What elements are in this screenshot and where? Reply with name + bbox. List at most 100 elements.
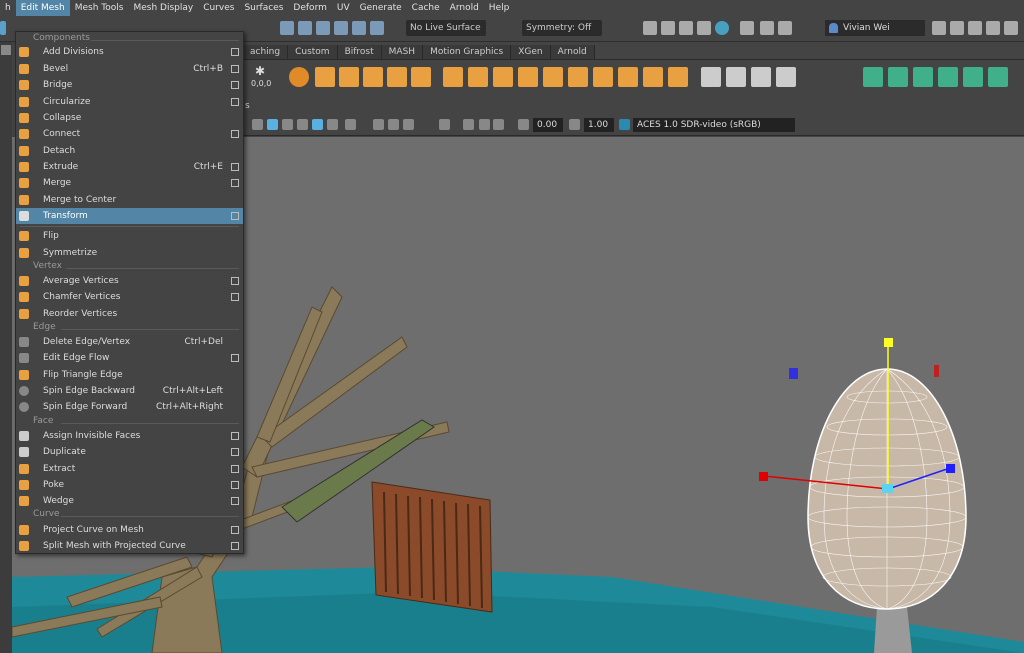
menu-item-wedge[interactable]: Wedge	[16, 493, 243, 509]
poke-icon[interactable]	[668, 67, 688, 87]
wireframe-icon[interactable]	[252, 119, 263, 130]
menu-item-poke[interactable]: Poke	[16, 477, 243, 493]
menu-item-flip[interactable]: Flip	[16, 228, 243, 244]
lights-icon[interactable]	[345, 119, 356, 130]
uv-spherical-icon[interactable]	[913, 67, 933, 87]
tab-caching[interactable]: aching	[243, 45, 289, 59]
gate-mask-icon[interactable]	[493, 119, 504, 130]
snap-grid-icon[interactable]	[280, 21, 294, 35]
uv-checker-icon[interactable]	[988, 67, 1008, 87]
mirror-icon[interactable]	[411, 67, 431, 87]
layer-editor-icon[interactable]	[1004, 21, 1018, 35]
hypershade-icon[interactable]	[697, 21, 711, 35]
option-box[interactable]	[231, 432, 239, 440]
option-box[interactable]	[231, 179, 239, 187]
bevel-icon[interactable]	[493, 67, 513, 87]
gamma-field[interactable]: 1.00	[584, 118, 614, 132]
panel-menu-fragment[interactable]: s	[245, 101, 250, 111]
tool-settings-icon[interactable]	[968, 21, 982, 35]
snap-vertex-icon[interactable]	[370, 21, 384, 35]
snap-curve-icon[interactable]	[298, 21, 312, 35]
mode-icon[interactable]	[0, 21, 6, 35]
add-divisions-icon[interactable]	[643, 67, 663, 87]
tab-arnold[interactable]: Arnold	[550, 45, 595, 59]
smooth-icon[interactable]	[363, 67, 383, 87]
menu-cache[interactable]: Cache	[407, 0, 445, 16]
option-box[interactable]	[231, 81, 239, 89]
menu-item-spin-edge-forward[interactable]: Spin Edge Forward Ctrl+Alt+Right	[16, 399, 243, 415]
menu-item-assign-invisible-faces[interactable]: Assign Invisible Faces	[16, 428, 243, 444]
menu-generate[interactable]: Generate	[355, 0, 407, 16]
collapse-icon[interactable]	[618, 67, 638, 87]
snowflake-icon[interactable]: ✱	[255, 64, 265, 78]
fill-hole-icon[interactable]	[443, 67, 463, 87]
menu-item-reorder-vertices[interactable]: Reorder Vertices	[16, 306, 243, 322]
separate-icon[interactable]	[315, 67, 335, 87]
menu-deform[interactable]: Deform	[288, 0, 331, 16]
gamma-icon[interactable]	[569, 119, 580, 130]
menu-item-chamfer-vertices[interactable]: Chamfer Vertices	[16, 289, 243, 305]
menu-surfaces[interactable]: Surfaces	[239, 0, 288, 16]
snap-surface-icon[interactable]	[352, 21, 366, 35]
color-management-icon[interactable]	[619, 119, 630, 130]
option-box[interactable]	[231, 65, 239, 73]
menu-item-project-curve-on-mesh[interactable]: Project Curve on Mesh	[16, 522, 243, 538]
multi-cut-icon[interactable]	[543, 67, 563, 87]
menu-help[interactable]: Help	[484, 0, 515, 16]
shadows-icon[interactable]	[373, 119, 384, 130]
menu-item-collapse[interactable]: Collapse	[16, 110, 243, 126]
menu-item-add-divisions[interactable]: Add Divisions	[16, 44, 243, 60]
user-account[interactable]: Vivian Wei	[825, 20, 925, 36]
extrude-icon[interactable]	[518, 67, 538, 87]
menu-item-bevel[interactable]: Bevel Ctrl+B	[16, 61, 243, 77]
render-view-icon[interactable]	[715, 21, 729, 35]
option-box[interactable]	[231, 448, 239, 456]
wireframe-on-shaded-icon[interactable]	[312, 119, 323, 130]
target-weld-icon[interactable]	[568, 67, 588, 87]
menu-edit-mesh[interactable]: Edit Mesh	[15, 0, 70, 16]
uv-automatic-icon[interactable]	[938, 67, 958, 87]
film-gate-icon[interactable]	[463, 119, 474, 130]
menu-curves[interactable]: Curves	[198, 0, 239, 16]
snap-view-icon[interactable]	[334, 21, 348, 35]
option-box[interactable]	[231, 497, 239, 505]
tab-motion-graphics[interactable]: Motion Graphics	[423, 45, 512, 59]
aa-icon[interactable]	[403, 119, 414, 130]
option-box[interactable]	[231, 98, 239, 106]
menu-item-delete-edge-vertex[interactable]: Delete Edge/Vertex Ctrl+Del	[16, 334, 243, 350]
menu-item-flip-triangle-edge[interactable]: Flip Triangle Edge	[16, 367, 243, 383]
option-box[interactable]	[231, 354, 239, 362]
exposure-icon[interactable]	[518, 119, 529, 130]
option-box[interactable]	[231, 163, 239, 171]
menu-item-symmetrize[interactable]: Symmetrize	[16, 245, 243, 261]
render-settings-icon[interactable]	[661, 21, 675, 35]
resolution-gate-icon[interactable]	[479, 119, 490, 130]
menu-arnold[interactable]: Arnold	[445, 0, 484, 16]
extract-icon[interactable]	[339, 67, 359, 87]
xray-icon[interactable]	[327, 119, 338, 130]
menu-mesh-tools[interactable]: Mesh Tools	[70, 0, 129, 16]
tab-xgen[interactable]: XGen	[511, 45, 551, 59]
insert-edge-icon[interactable]	[726, 67, 746, 87]
option-box[interactable]	[231, 130, 239, 138]
offset-edge-icon[interactable]	[751, 67, 771, 87]
connect-icon[interactable]	[593, 67, 613, 87]
option-box[interactable]	[231, 293, 239, 301]
option-box[interactable]	[231, 542, 239, 550]
menu-item-average-vertices[interactable]: Average Vertices	[16, 273, 243, 289]
menu-item-duplicate[interactable]: Duplicate	[16, 444, 243, 460]
ao-icon[interactable]	[388, 119, 399, 130]
option-box[interactable]	[231, 481, 239, 489]
menu-item-transform[interactable]: Transform	[16, 208, 243, 224]
boolean-icon[interactable]	[387, 67, 407, 87]
menu-item-spin-edge-backward[interactable]: Spin Edge Backward Ctrl+Alt+Left	[16, 383, 243, 399]
default-material-icon[interactable]	[282, 119, 293, 130]
menu-item-merge[interactable]: Merge	[16, 175, 243, 191]
edge-flow-icon[interactable]	[701, 67, 721, 87]
menu-item-edit-edge-flow[interactable]: Edit Edge Flow	[16, 350, 243, 366]
menu-item-split-mesh-with-projected-curve[interactable]: Split Mesh with Projected Curve	[16, 538, 243, 554]
arnold-render-icon[interactable]	[740, 21, 754, 35]
option-box[interactable]	[231, 465, 239, 473]
isolate-icon[interactable]	[439, 119, 450, 130]
menu-h[interactable]: h	[0, 0, 16, 16]
